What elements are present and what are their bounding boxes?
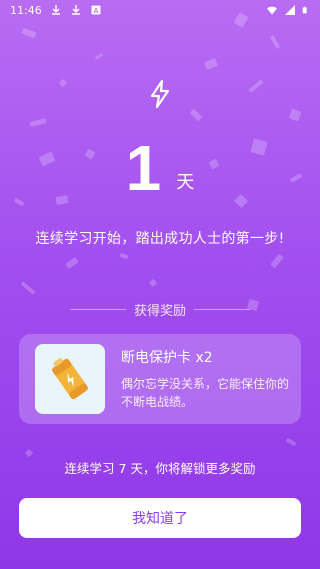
battery-icon	[302, 6, 307, 14]
streak-count: 1 天	[0, 136, 320, 200]
reward-image	[35, 344, 105, 414]
download-icon	[71, 5, 80, 15]
divider-line-left	[70, 309, 126, 310]
reward-card: 断电保护卡 x2 偶尔忘学没关系，它能保住你的不断电战绩。	[19, 334, 301, 424]
next-reward-text: 连续学习 7 天，你将解锁更多奖励	[64, 461, 256, 476]
streak-message: 连续学习开始，踏出成功人士的第一步!	[35, 231, 285, 247]
streak-number: 1	[125, 132, 162, 204]
divider-line-right	[194, 309, 251, 310]
streak-unit: 天	[176, 172, 195, 193]
reward-title: 断电保护卡 x2	[121, 350, 213, 366]
app-notification-icon: A	[91, 5, 101, 15]
svg-text:A: A	[93, 7, 98, 15]
confirm-button[interactable]: 我知道了	[19, 498, 301, 538]
status-bar: 11:46 A	[0, 0, 320, 20]
lightning-bolt-icon	[150, 79, 170, 109]
wifi-icon	[267, 6, 277, 15]
rewards-heading: 获得奖励	[70, 300, 251, 319]
status-time: 11:46	[10, 3, 42, 17]
download-icon	[51, 5, 60, 15]
signal-icon	[285, 5, 295, 15]
rewards-heading-text: 获得奖励	[134, 304, 187, 319]
reward-description: 偶尔忘学没关系，它能保住你的不断电战绩。	[121, 377, 290, 409]
battery-power-card-icon	[52, 358, 88, 400]
